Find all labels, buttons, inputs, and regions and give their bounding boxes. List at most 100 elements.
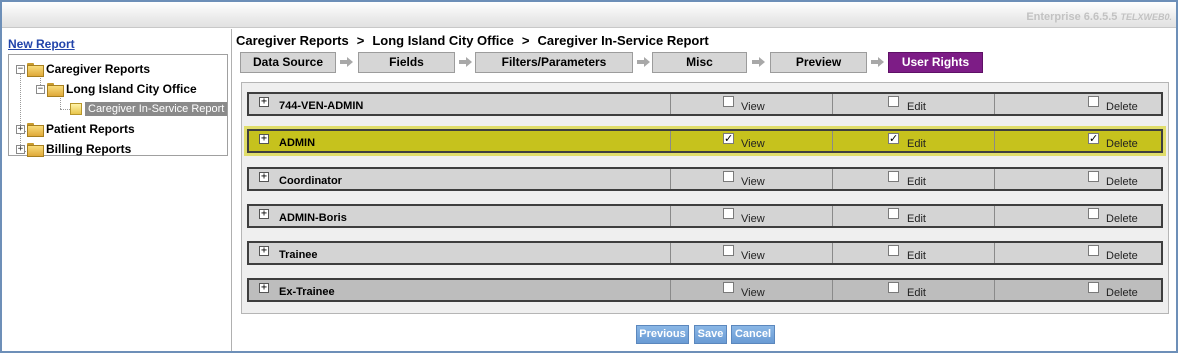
view-checkbox[interactable]	[723, 282, 734, 293]
save-button[interactable]: Save	[694, 325, 727, 344]
tree-node-long-island-city-office[interactable]: − Long Island City Office	[36, 81, 197, 97]
collapse-icon[interactable]: −	[16, 64, 25, 74]
step-misc[interactable]: Misc	[652, 52, 747, 73]
folder-open-icon	[47, 83, 64, 97]
folder-icon	[27, 143, 44, 157]
delete-label: Delete	[1106, 287, 1138, 299]
role-name: ADMIN-Boris	[279, 212, 347, 224]
role-row: +744-VEN-ADMIN View Edit Delete	[247, 92, 1163, 116]
role-name: 744-VEN-ADMIN	[279, 100, 364, 112]
breadcrumb-separator: >	[356, 33, 365, 48]
view-label: View	[741, 213, 765, 225]
previous-button[interactable]: Previous	[636, 325, 689, 344]
breadcrumb-item[interactable]: Caregiver Reports	[236, 33, 349, 48]
view-checkbox[interactable]	[723, 208, 734, 219]
step-data-source[interactable]: Data Source	[240, 52, 336, 73]
edit-checkbox[interactable]	[888, 245, 899, 256]
arrow-right-icon	[459, 57, 473, 67]
arrow-right-icon	[871, 57, 885, 67]
expand-icon[interactable]: +	[259, 246, 269, 256]
delete-label: Delete	[1106, 101, 1138, 113]
view-permission-cell: View	[671, 169, 833, 189]
step-filters-parameters[interactable]: Filters/Parameters	[475, 52, 633, 73]
step-fields[interactable]: Fields	[358, 52, 455, 73]
delete-label: Delete	[1106, 213, 1138, 225]
tree-node-patient-reports[interactable]: + Patient Reports	[16, 121, 135, 137]
view-label: View	[741, 101, 765, 113]
edit-label: Edit	[907, 250, 926, 262]
delete-checkbox[interactable]	[1088, 171, 1099, 182]
view-checkbox[interactable]: ✓	[723, 133, 734, 144]
edit-permission-cell: Edit	[833, 169, 995, 189]
arrow-right-icon	[752, 57, 766, 67]
user-rights-panel: +744-VEN-ADMIN View Edit Delete + ADMIN ✓ View ✓…	[241, 82, 1169, 314]
delete-checkbox[interactable]	[1088, 96, 1099, 107]
delete-permission-cell: Delete	[995, 206, 1161, 226]
expand-icon[interactable]: +	[259, 134, 269, 144]
expand-icon[interactable]: +	[259, 172, 269, 182]
expand-icon[interactable]: +	[16, 144, 25, 154]
view-checkbox[interactable]	[723, 171, 734, 182]
edit-permission-cell: Edit	[833, 243, 995, 263]
view-label: View	[741, 287, 765, 299]
role-name: Coordinator	[279, 175, 342, 187]
role-row: + Coordinator View Edit Delete	[247, 167, 1163, 191]
tree-node-caregiver-in-service-report[interactable]: Caregiver In-Service Report	[70, 101, 228, 117]
expand-icon[interactable]: +	[259, 209, 269, 219]
new-report-link[interactable]: New Report	[8, 37, 75, 51]
role-name-cell: + Ex-Trainee	[249, 280, 671, 300]
role-name-cell: + ADMIN	[249, 131, 671, 151]
role-row: + ADMIN-Boris View Edit Delete	[247, 204, 1163, 228]
breadcrumb-separator: >	[521, 33, 530, 48]
collapse-icon[interactable]: −	[36, 84, 45, 94]
role-row: + Trainee View Edit Delete	[247, 241, 1163, 265]
edit-checkbox[interactable]	[888, 282, 899, 293]
expand-icon[interactable]: +	[259, 283, 269, 293]
role-name: ADMIN	[279, 137, 316, 149]
edit-label: Edit	[907, 138, 926, 150]
version-label: Enterprise 6.6.5.5 TELXWEB0.	[1026, 11, 1172, 23]
edit-permission-cell: Edit	[833, 206, 995, 226]
edit-permission-cell: Edit	[833, 94, 995, 114]
breadcrumb-item[interactable]: Long Island City Office	[372, 33, 514, 48]
edit-label: Edit	[907, 176, 926, 188]
expand-icon[interactable]: +	[259, 97, 269, 107]
view-checkbox[interactable]	[723, 96, 734, 107]
report-icon	[70, 103, 82, 115]
tree-node-billing-reports[interactable]: + Billing Reports	[16, 141, 131, 157]
role-row: + ADMIN ✓ View ✓ Edit ✓ Delete	[244, 126, 1166, 156]
view-label: View	[741, 138, 765, 150]
folder-icon	[27, 123, 44, 137]
edit-checkbox[interactable]: ✓	[888, 133, 899, 144]
edit-checkbox[interactable]	[888, 171, 899, 182]
edit-label: Edit	[907, 101, 926, 113]
view-label: View	[741, 176, 765, 188]
report-tree: − Caregiver Reports − Long Island City O…	[8, 54, 228, 157]
delete-checkbox[interactable]	[1088, 208, 1099, 219]
edit-label: Edit	[907, 213, 926, 225]
top-bar: Enterprise 6.6.5.5 TELXWEB0.	[2, 2, 1176, 28]
view-permission-cell: ✓ View	[671, 131, 833, 151]
step-user-rights[interactable]: User Rights	[888, 52, 983, 73]
delete-checkbox[interactable]	[1088, 245, 1099, 256]
delete-label: Delete	[1106, 250, 1138, 262]
role-name-cell: + ADMIN-Boris	[249, 206, 671, 226]
delete-permission-cell: Delete	[995, 169, 1161, 189]
edit-checkbox[interactable]	[888, 208, 899, 219]
view-permission-cell: View	[671, 280, 833, 300]
role-row: + Ex-Trainee View Edit Delete	[247, 278, 1163, 302]
edit-label: Edit	[907, 287, 926, 299]
view-label: View	[741, 250, 765, 262]
tree-node-caregiver-reports[interactable]: − Caregiver Reports	[16, 61, 150, 77]
role-name-cell: + Coordinator	[249, 169, 671, 189]
view-permission-cell: View	[671, 206, 833, 226]
view-checkbox[interactable]	[723, 245, 734, 256]
cancel-button[interactable]: Cancel	[731, 325, 775, 344]
role-name: Trainee	[279, 249, 318, 261]
step-preview[interactable]: Preview	[770, 52, 867, 73]
delete-checkbox[interactable]: ✓	[1088, 133, 1099, 144]
expand-icon[interactable]: +	[16, 124, 25, 134]
edit-checkbox[interactable]	[888, 96, 899, 107]
delete-checkbox[interactable]	[1088, 282, 1099, 293]
edit-permission-cell: ✓ Edit	[833, 131, 995, 151]
